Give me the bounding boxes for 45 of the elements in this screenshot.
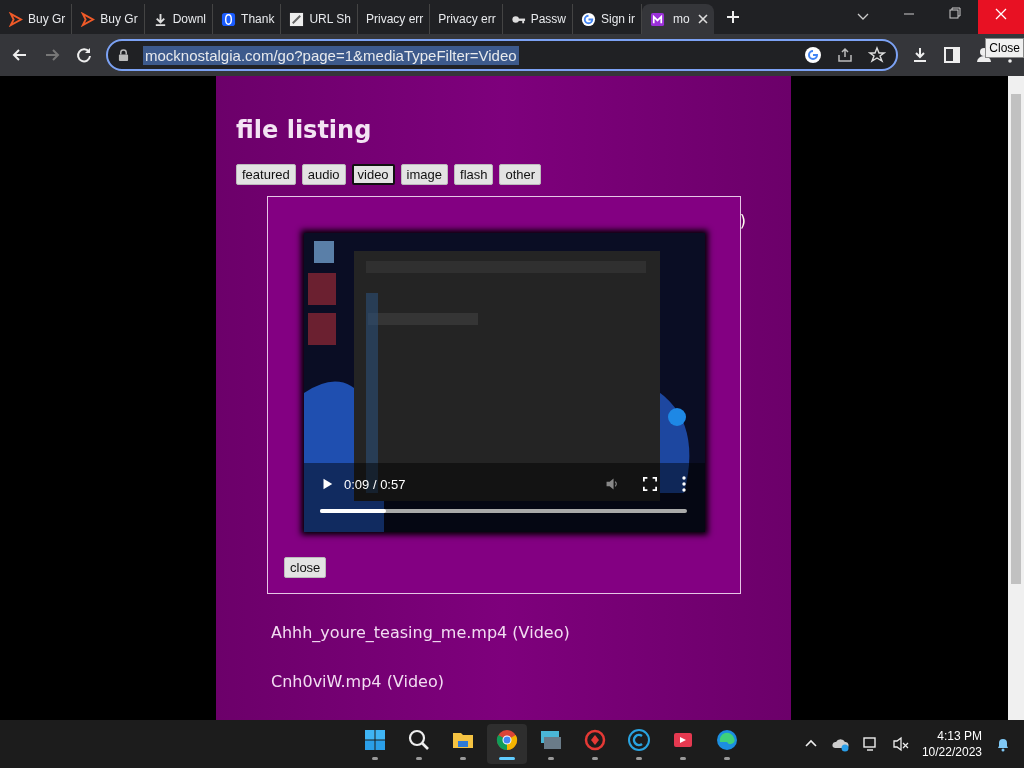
- page-icon: [289, 11, 305, 27]
- chrome-logo-icon: [494, 728, 519, 752]
- volume-icon[interactable]: [605, 476, 619, 492]
- google-icon: [581, 11, 596, 27]
- gear-icon: [582, 728, 607, 752]
- close-icon[interactable]: [697, 14, 708, 24]
- clock-date[interactable]: 10/22/2023: [921, 745, 982, 759]
- filter-button[interactable]: other: [499, 164, 542, 185]
- windows-logo-icon: [362, 728, 387, 752]
- partial-text: ): [739, 211, 746, 230]
- reload-icon[interactable]: [74, 45, 94, 65]
- address-bar[interactable]: mocknostalgia.com/go?page=1&mediaTypeFilter=Video: [106, 39, 898, 71]
- new-tab-icon[interactable]: [725, 10, 740, 24]
- lock-icon: [118, 48, 129, 62]
- taskbar-app[interactable]: [486, 724, 527, 764]
- filter-button[interactable]: image: [400, 164, 448, 185]
- c-logo-icon: [626, 728, 651, 752]
- filter-button[interactable]: video: [351, 164, 395, 185]
- side-panel-icon[interactable]: [942, 45, 962, 65]
- fullscreen-icon[interactable]: [643, 476, 657, 492]
- filter-button[interactable]: audio: [301, 164, 346, 185]
- google-icon[interactable]: [804, 46, 822, 64]
- share-icon[interactable]: [836, 46, 854, 64]
- search-icon: [406, 728, 431, 752]
- app-icon: [650, 11, 666, 27]
- star-icon[interactable]: [868, 46, 886, 64]
- filter-button[interactable]: flash: [454, 164, 494, 185]
- more-icon[interactable]: [681, 476, 687, 492]
- page-title: file listing: [236, 116, 373, 144]
- file-link[interactable]: Cnh0viW.mp4 (Video): [271, 672, 771, 692]
- edge-logo-icon: [714, 728, 739, 752]
- scrollbar[interactable]: [1008, 76, 1024, 720]
- video-time: 0:09 / 0:57: [344, 476, 406, 492]
- browser-tab[interactable]: mo: [642, 4, 714, 34]
- filter-button[interactable]: featured: [236, 164, 296, 185]
- site-logo-icon: [221, 11, 237, 27]
- play-logo-icon: [80, 11, 96, 27]
- tooltip: Close: [985, 38, 1024, 58]
- file-link[interactable]: Ahhh_youre_teasing_me.mp4 (Video): [271, 623, 771, 643]
- close-button[interactable]: close: [284, 557, 327, 578]
- muted-speaker-icon[interactable]: [891, 736, 910, 752]
- cloud-icon[interactable]: [831, 736, 850, 752]
- keyboard-app-icon: [538, 728, 563, 752]
- clock-time[interactable]: 4:13 PM: [937, 729, 982, 743]
- play-logo-icon: [8, 11, 23, 27]
